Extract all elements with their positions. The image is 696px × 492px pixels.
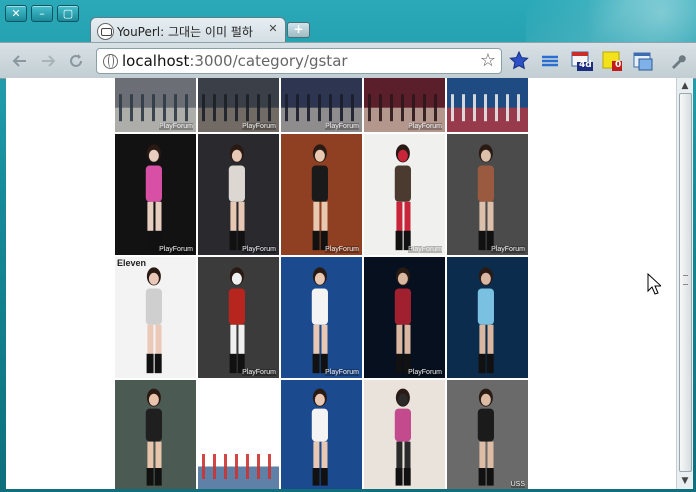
thumbnail-watermark: PlayForum — [242, 369, 276, 376]
thumbnail-watermark: Eleven — [117, 258, 147, 268]
forward-button[interactable] — [39, 52, 57, 70]
window-extension-icon[interactable] — [633, 51, 653, 71]
thumbnail-image[interactable]: PlayForum — [447, 134, 528, 255]
stack-extension-icon[interactable] — [540, 51, 560, 71]
calendar-extension-icon[interactable]: 4d — [571, 51, 593, 71]
thumbnail-image[interactable]: PlayForum — [364, 134, 445, 255]
thumbnail-image[interactable]: PlayForum — [115, 78, 196, 132]
address-bar[interactable]: localhost:3000/category/gstar ☆ — [96, 48, 502, 74]
thumbnail-watermark: PlayForum — [325, 369, 359, 376]
thumbnail-image[interactable] — [447, 257, 528, 378]
thumbnail-watermark: PlayForum — [325, 123, 359, 130]
minimize-window-button[interactable]: – — [31, 5, 53, 22]
thumbnail-watermark: PlayForum — [491, 246, 525, 253]
thumbnail-image[interactable] — [198, 439, 279, 489]
mouse-cursor-icon — [647, 273, 661, 295]
thumbnail-image[interactable] — [447, 78, 528, 132]
browser-toolbar: localhost:3000/category/gstar ☆ 4d 0 — [0, 42, 696, 79]
wrench-icon[interactable] — [668, 52, 686, 74]
thumbnail-watermark: PlayForum — [159, 246, 193, 253]
back-button[interactable] — [11, 52, 29, 70]
thumbnail-image[interactable] — [115, 380, 196, 489]
thumbnail-image[interactable]: PlayForum — [115, 134, 196, 255]
vertical-scrollbar[interactable]: ▲ ▼ — [676, 78, 693, 489]
tab-youperl[interactable]: YouPerl: 그대는 이미 펄하 ✕ — [90, 17, 286, 44]
thumbnail-watermark: USS — [510, 481, 525, 488]
thumbnail-image[interactable]: PlayForum — [281, 257, 362, 378]
notes-badge: 0 — [615, 60, 622, 70]
page-content: PlayForum PlayForum PlayForum PlayForum Play… — [6, 78, 676, 489]
thumbnail-watermark: PlayForum — [408, 246, 442, 253]
thumbnail-image[interactable]: Eleven — [115, 257, 196, 378]
scroll-up-icon[interactable]: ▲ — [679, 80, 691, 92]
thumbnail-image[interactable]: PlayForum — [281, 78, 362, 132]
thumbnail-image[interactable]: USS — [447, 380, 528, 489]
arrow-right-icon — [42, 55, 56, 67]
arrow-left-icon — [12, 55, 26, 67]
thumbnail-image[interactable]: PlayForum — [198, 257, 279, 378]
maximize-window-button[interactable]: ▢ — [57, 5, 79, 22]
globe-icon — [103, 54, 118, 69]
reload-button[interactable] — [67, 52, 85, 70]
thumbnail-watermark: PlayForum — [408, 123, 442, 130]
blue-star-extension-icon[interactable] — [509, 50, 529, 71]
thumbnail-watermark: PlayForum — [325, 246, 359, 253]
calendar-badge: 4d — [579, 60, 592, 70]
thumbnail-watermark: PlayForum — [242, 123, 276, 130]
thumbnail-image[interactable] — [281, 380, 362, 489]
thumbnail-watermark: PlayForum — [159, 123, 193, 130]
tab-title: YouPerl: 그대는 이미 펄하 — [117, 25, 253, 39]
thumbnail-image[interactable] — [364, 380, 445, 489]
thumbnail-image[interactable]: PlayForum — [364, 257, 445, 378]
thumbnail-image[interactable]: PlayForum — [364, 78, 445, 132]
close-window-button[interactable]: ✕ — [5, 5, 27, 22]
bookmark-star-icon[interactable]: ☆ — [480, 50, 496, 71]
thumbnail-watermark: PlayForum — [242, 246, 276, 253]
favicon-icon — [97, 23, 114, 40]
thumbnail-image[interactable]: PlayForum — [198, 134, 279, 255]
thumbnail-image[interactable]: PlayForum — [198, 78, 279, 132]
thumbnail-image[interactable]: PlayForum — [281, 134, 362, 255]
reload-icon — [70, 54, 82, 67]
scrollbar-thumb[interactable] — [679, 93, 692, 472]
notes-extension-icon[interactable]: 0 — [602, 51, 622, 71]
thumbnail-watermark: PlayForum — [408, 369, 442, 376]
tab-close-icon[interactable]: ✕ — [267, 23, 279, 35]
scroll-down-icon[interactable]: ▼ — [679, 475, 691, 487]
new-tab-button[interactable]: + — [287, 22, 310, 38]
url-text: localhost:3000/category/gstar — [122, 52, 348, 70]
